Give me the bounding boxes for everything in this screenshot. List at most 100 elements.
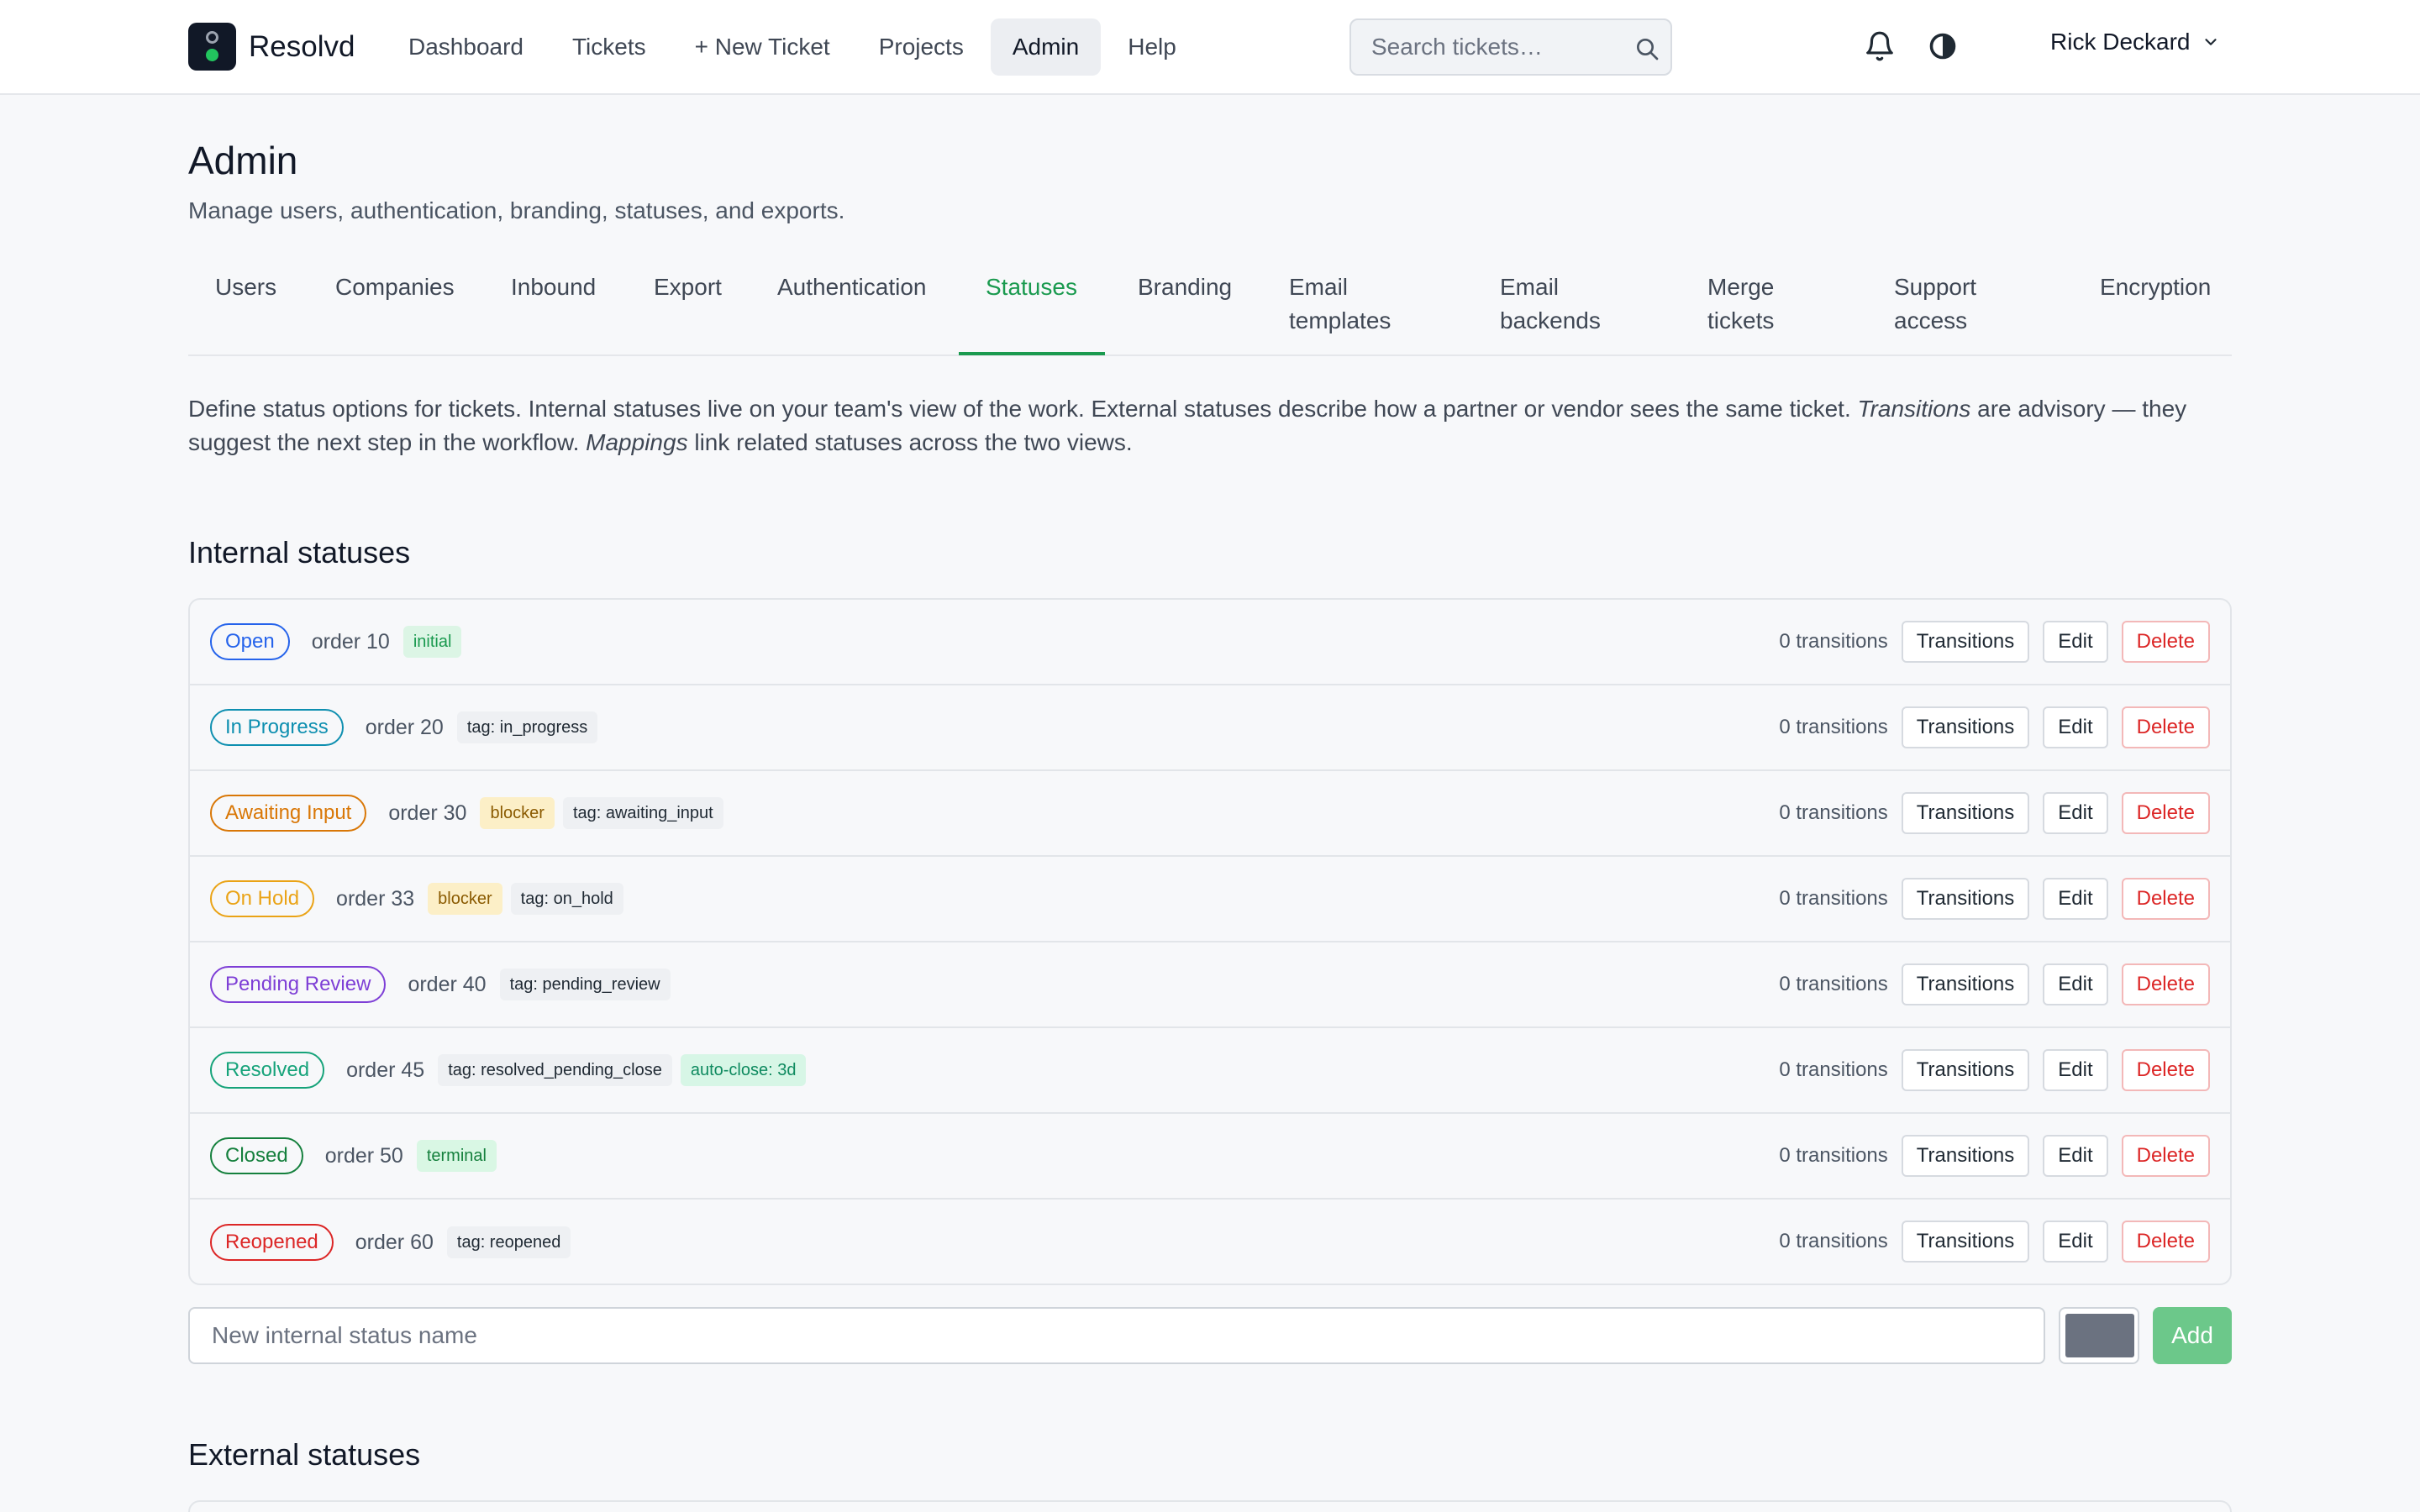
- transitions-count: 0 transitions: [1779, 801, 1888, 824]
- status-order: order 50: [324, 1143, 403, 1168]
- tab-statuses[interactable]: Statuses: [986, 270, 1077, 304]
- tab-email-backends[interactable]: Email backends: [1500, 270, 1626, 338]
- blocker-badge: blocker: [428, 883, 502, 915]
- status-badges: initial: [402, 626, 462, 658]
- tag-badge: tag: reopened: [446, 1226, 571, 1258]
- tab-companies[interactable]: Companies: [335, 270, 455, 304]
- transitions-button[interactable]: Transitions: [1901, 1135, 2030, 1177]
- search-icon[interactable]: [1634, 35, 1660, 62]
- edit-button[interactable]: Edit: [2043, 963, 2108, 1005]
- edit-button[interactable]: Edit: [2043, 878, 2108, 920]
- nav-dashboard[interactable]: Dashboard: [387, 18, 545, 76]
- status-row: On Hold order 33 blocker tag: on_hold 0 tran…: [190, 857, 2230, 942]
- bell-icon[interactable]: [1864, 30, 1896, 62]
- edit-button[interactable]: Edit: [2043, 1049, 2108, 1091]
- status-pill: Reopened: [210, 1224, 334, 1261]
- transitions-button[interactable]: Transitions: [1901, 963, 2030, 1005]
- blocker-badge: blocker: [480, 797, 555, 829]
- tag-badge: tag: resolved_pending_close: [438, 1054, 672, 1086]
- status-pill: Resolved: [210, 1052, 325, 1089]
- color-swatch: [2065, 1314, 2134, 1357]
- autoclose-badge: auto-close: 3d: [680, 1054, 807, 1086]
- delete-button[interactable]: Delete: [2121, 1049, 2210, 1091]
- nav-admin[interactable]: Admin: [990, 18, 1102, 76]
- tab-export[interactable]: Export: [654, 270, 722, 304]
- transitions-button[interactable]: Transitions: [1901, 878, 2030, 920]
- transitions-button[interactable]: Transitions: [1901, 1049, 2030, 1091]
- edit-button[interactable]: Edit: [2043, 1221, 2108, 1263]
- tag-badge: tag: in_progress: [456, 711, 598, 743]
- status-pill: Open: [210, 623, 290, 660]
- delete-button[interactable]: Delete: [2121, 963, 2210, 1005]
- status-row: Open order 10 initial 0 transitions Transiti…: [190, 600, 2230, 685]
- initial-badge: initial: [402, 626, 462, 658]
- edit-button[interactable]: Edit: [2043, 1135, 2108, 1177]
- new-internal-status-input[interactable]: [188, 1307, 2045, 1364]
- status-order: order 60: [355, 1230, 434, 1254]
- edit-button[interactable]: Edit: [2043, 792, 2108, 834]
- transitions-count: 0 transitions: [1779, 630, 1888, 653]
- external-status-list: [188, 1500, 2232, 1512]
- tab-support-access[interactable]: Support access: [1894, 270, 1995, 338]
- statuses-description: Define status options for tickets. Inter…: [188, 396, 2187, 455]
- tab-merge-tickets[interactable]: Merge tickets: [1707, 270, 1800, 338]
- status-row-actions: 0 transitions Transitions Edit Delete: [1779, 1200, 2210, 1284]
- status-row-actions: 0 transitions Transitions Edit Delete: [1779, 857, 2210, 941]
- app-name[interactable]: Resolvd: [249, 30, 355, 64]
- delete-button[interactable]: Delete: [2121, 706, 2210, 748]
- transitions-button[interactable]: Transitions: [1901, 792, 2030, 834]
- tab-users[interactable]: Users: [215, 270, 276, 304]
- tab-encryption[interactable]: Encryption: [2100, 270, 2211, 304]
- status-badges: tag: pending_review: [499, 969, 671, 1000]
- transitions-count: 0 transitions: [1779, 1058, 1888, 1081]
- resolvd-logo-icon[interactable]: [188, 23, 236, 71]
- delete-button[interactable]: Delete: [2121, 878, 2210, 920]
- edit-button[interactable]: Edit: [2043, 706, 2108, 748]
- status-order: order 20: [365, 715, 444, 739]
- tab-branding[interactable]: Branding: [1138, 270, 1232, 304]
- status-order: order 30: [388, 801, 467, 825]
- user-menu[interactable]: Rick Deckard: [2050, 29, 2220, 55]
- tag-badge: tag: pending_review: [499, 969, 671, 1000]
- nav-projects[interactable]: Projects: [857, 18, 986, 76]
- status-row-actions: 0 transitions Transitions Edit Delete: [1779, 600, 2210, 684]
- internal-status-list: Open order 10 initial 0 transitions Transiti…: [188, 598, 2232, 1285]
- main-nav: Dashboard Tickets + New Ticket Projects …: [387, 18, 1203, 76]
- status-row-actions: 0 transitions Transitions Edit Delete: [1779, 771, 2210, 855]
- nav-help[interactable]: Help: [1106, 18, 1198, 76]
- delete-button[interactable]: Delete: [2121, 1221, 2210, 1263]
- nav-tickets[interactable]: Tickets: [550, 18, 668, 76]
- tab-email-templates[interactable]: Email templates: [1289, 270, 1415, 338]
- delete-button[interactable]: Delete: [2121, 792, 2210, 834]
- status-pill: Awaiting Input: [210, 795, 367, 832]
- status-badges: blocker tag: awaiting_input: [480, 797, 723, 829]
- status-row: Resolved order 45 tag: resolved_pending_cl…: [190, 1028, 2230, 1114]
- delete-button[interactable]: Delete: [2121, 621, 2210, 663]
- tab-inbound[interactable]: Inbound: [511, 270, 596, 304]
- transitions-count: 0 transitions: [1779, 716, 1888, 738]
- theme-toggle-icon[interactable]: [1928, 31, 1958, 61]
- transitions-count: 0 transitions: [1779, 887, 1888, 910]
- nav-new-ticket[interactable]: + New Ticket: [673, 18, 852, 76]
- status-order: order 10: [311, 629, 390, 654]
- status-badges: tag: in_progress: [456, 711, 598, 743]
- status-order: order 45: [346, 1058, 425, 1082]
- search-input[interactable]: [1351, 20, 1620, 74]
- status-color-picker[interactable]: [2059, 1307, 2139, 1364]
- edit-button[interactable]: Edit: [2043, 621, 2108, 663]
- transitions-button[interactable]: Transitions: [1901, 621, 2030, 663]
- transitions-button[interactable]: Transitions: [1901, 706, 2030, 748]
- status-pill: Closed: [210, 1137, 303, 1174]
- transitions-count: 0 transitions: [1779, 1230, 1888, 1252]
- transitions-count: 0 transitions: [1779, 1144, 1888, 1167]
- status-row-actions: 0 transitions Transitions Edit Delete: [1779, 1028, 2210, 1112]
- tag-badge: tag: on_hold: [510, 883, 623, 915]
- status-row-actions: 0 transitions Transitions Edit Delete: [1779, 685, 2210, 769]
- delete-button[interactable]: Delete: [2121, 1135, 2210, 1177]
- tab-authentication[interactable]: Authentication: [777, 270, 926, 304]
- add-status-button[interactable]: Add: [2153, 1307, 2232, 1364]
- status-row-actions: 0 transitions Transitions Edit Delete: [1779, 1114, 2210, 1198]
- chevron-down-icon: [2205, 39, 2217, 45]
- status-row: Reopened order 60 tag: reopened 0 transitio…: [190, 1200, 2230, 1284]
- transitions-button[interactable]: Transitions: [1901, 1221, 2030, 1263]
